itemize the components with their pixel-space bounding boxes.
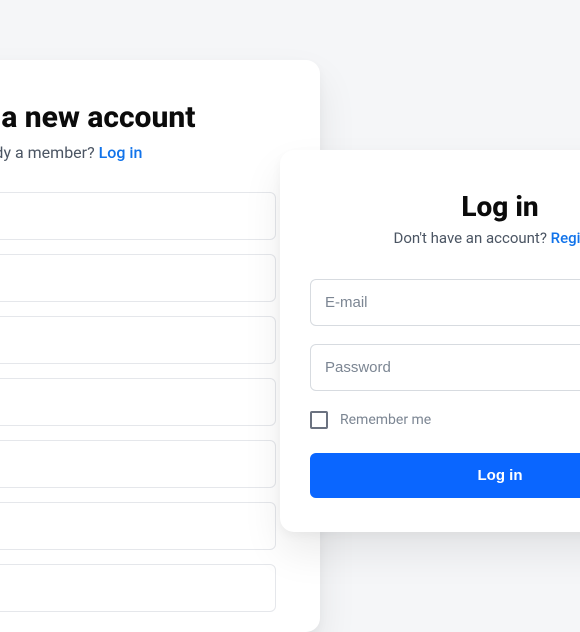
register-subtext: Already a member? Log in — [0, 143, 276, 162]
login-button[interactable]: Log in — [310, 453, 580, 498]
register-field-placeholder — [0, 564, 276, 612]
register-field-placeholder — [0, 316, 276, 364]
login-subtext: Don't have an account? Register — [310, 229, 580, 247]
register-field-placeholder — [0, 192, 276, 240]
login-link[interactable]: Log in — [99, 143, 143, 162]
register-link[interactable]: Register — [551, 229, 580, 247]
register-field-placeholder — [0, 254, 276, 302]
login-title: Log in — [310, 190, 580, 223]
password-field[interactable] — [310, 344, 580, 391]
register-field-placeholder — [0, 502, 276, 550]
remember-me-label: Remember me — [340, 412, 431, 428]
remember-me[interactable]: Remember me — [310, 411, 580, 429]
login-subtext-static: Don't have an account? — [393, 229, 550, 247]
checkbox-icon[interactable] — [310, 411, 328, 429]
register-field-placeholder — [0, 378, 276, 426]
register-card: Create a new account Already a member? L… — [0, 60, 320, 632]
register-field-placeholder — [0, 440, 276, 488]
register-subtext-static: Already a member? — [0, 143, 99, 162]
email-field[interactable] — [310, 279, 580, 326]
login-card: Log in Don't have an account? Register R… — [280, 150, 580, 532]
register-title: Create a new account — [0, 100, 276, 135]
